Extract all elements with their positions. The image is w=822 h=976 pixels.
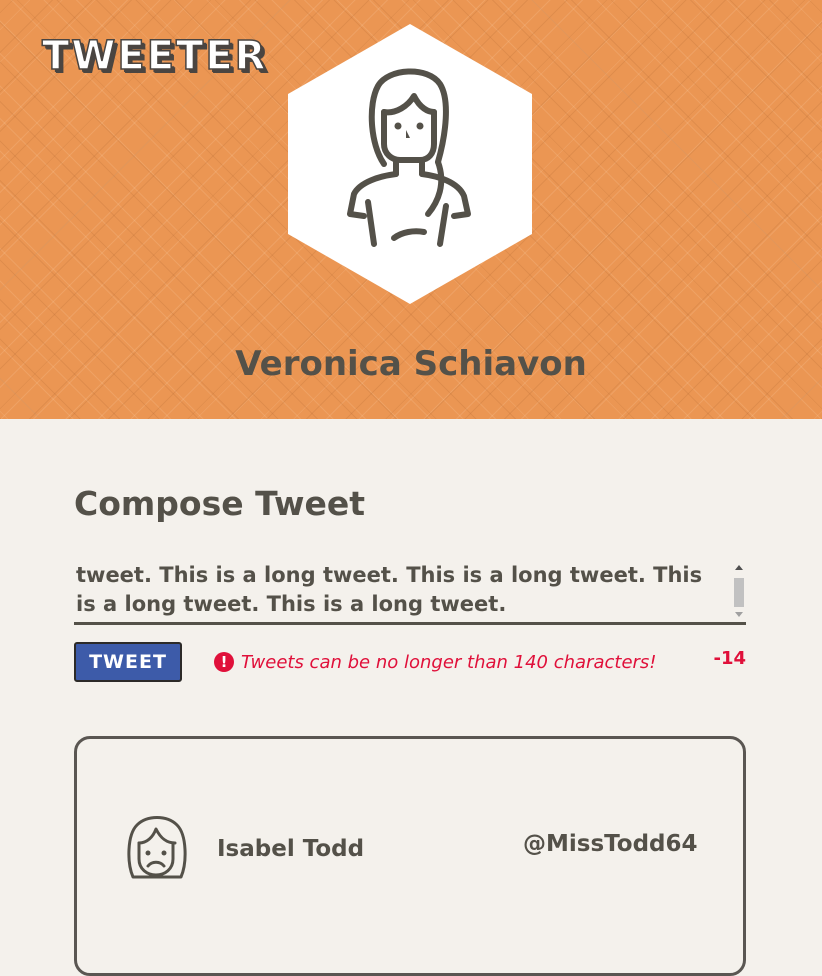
- tweet-author-handle: @MissTodd64: [523, 831, 698, 857]
- profile-name: Veronica Schiavon: [235, 344, 587, 384]
- app-logo[interactable]: TWEETER: [41, 35, 267, 77]
- compose-title: Compose Tweet: [74, 484, 365, 523]
- character-counter: -14: [713, 648, 746, 669]
- exclamation-circle-icon: !: [214, 652, 234, 672]
- tweet-textarea[interactable]: tweet. This is a long tweet. This is a l…: [74, 560, 746, 625]
- textarea-scrollbar[interactable]: [732, 560, 746, 622]
- tweet-text[interactable]: tweet. This is a long tweet. This is a l…: [76, 561, 716, 619]
- profile-header: TWEETER Veronica Schiavon: [0, 0, 822, 419]
- tweet-author-name: Isabel Todd: [217, 836, 365, 862]
- tweet-button[interactable]: TWEET: [74, 642, 182, 682]
- woman-avatar-icon: [288, 24, 532, 304]
- tweet-card: Isabel Todd @MissTodd64: [74, 736, 746, 976]
- error-message: ! Tweets can be no longer than 140 chara…: [214, 650, 657, 674]
- scroll-thumb[interactable]: [734, 578, 744, 607]
- frowning-woman-avatar-icon: [127, 816, 187, 879]
- scroll-down-arrow-icon[interactable]: [735, 612, 743, 617]
- scroll-up-arrow-icon[interactable]: [735, 565, 743, 570]
- error-text: Tweets can be no longer than 140 charact…: [241, 651, 657, 673]
